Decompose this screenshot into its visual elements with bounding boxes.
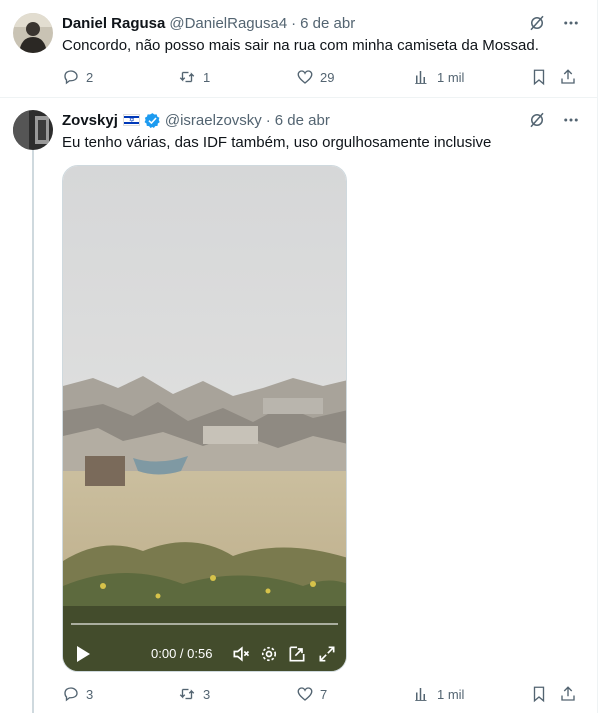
video-controls: 0:00 / 0:56 bbox=[63, 613, 346, 671]
verified-badge-icon[interactable] bbox=[144, 112, 161, 129]
like-icon bbox=[297, 687, 313, 701]
view-count: 1 mil bbox=[437, 686, 465, 702]
video-frame bbox=[63, 166, 346, 671]
more-icon[interactable] bbox=[562, 14, 580, 32]
repost-count: 1 bbox=[203, 69, 211, 85]
like-button[interactable]: 7 bbox=[296, 685, 327, 703]
like-count: 7 bbox=[320, 686, 328, 702]
reply-count: 2 bbox=[86, 69, 94, 85]
reply-icon bbox=[64, 70, 78, 85]
repost-button[interactable]: 1 bbox=[177, 68, 210, 86]
avatar[interactable] bbox=[13, 13, 53, 53]
view-count: 1 mil bbox=[437, 69, 465, 85]
share-button[interactable] bbox=[559, 685, 577, 703]
grok-icon[interactable] bbox=[528, 14, 546, 32]
reply-button[interactable]: 3 bbox=[62, 685, 93, 703]
post-date[interactable]: 6 de abr bbox=[275, 112, 330, 129]
like-button[interactable]: 29 bbox=[296, 68, 334, 86]
share-icon bbox=[561, 686, 575, 701]
tweet-header: Zovskyj ✡ @israelzovsky · 6 de abr bbox=[62, 110, 330, 130]
bookmark-icon bbox=[533, 686, 545, 703]
repost-icon bbox=[179, 71, 195, 83]
mute-icon[interactable] bbox=[231, 644, 251, 664]
bookmark-icon bbox=[533, 69, 545, 86]
like-count: 29 bbox=[320, 69, 335, 85]
user-handle[interactable]: @DanielRagusa4 bbox=[169, 15, 287, 32]
video-player[interactable]: 0:00 / 0:56 bbox=[62, 165, 347, 672]
action-bar: 3 3 7 1 mil bbox=[62, 685, 582, 705]
like-icon bbox=[297, 70, 313, 84]
share-button[interactable] bbox=[559, 68, 577, 86]
grok-icon[interactable] bbox=[528, 111, 546, 129]
tweet-reply-1[interactable]: Daniel Ragusa @DanielRagusa4 · 6 de abr … bbox=[0, 0, 598, 97]
tweet-tools bbox=[528, 14, 580, 32]
display-name[interactable]: Zovskyj bbox=[62, 112, 118, 129]
repost-count: 3 bbox=[203, 686, 211, 702]
video-progress-bar[interactable] bbox=[71, 623, 338, 625]
share-icon bbox=[561, 69, 575, 84]
views-icon bbox=[415, 71, 427, 84]
tweet-tools bbox=[528, 111, 580, 129]
views-icon bbox=[415, 688, 427, 701]
views-button[interactable]: 1 mil bbox=[413, 685, 464, 703]
user-handle[interactable]: @israelzovsky bbox=[165, 112, 262, 129]
fullscreen-icon[interactable] bbox=[317, 644, 337, 664]
post-date[interactable]: 6 de abr bbox=[300, 15, 355, 32]
avatar[interactable] bbox=[13, 110, 53, 150]
video-time: 0:00 / 0:56 bbox=[151, 646, 213, 661]
tweet-header: Daniel Ragusa @DanielRagusa4 · 6 de abr bbox=[62, 13, 355, 33]
bookmark-button[interactable] bbox=[530, 685, 548, 703]
tweet-reply-2[interactable]: Zovskyj ✡ @israelzovsky · 6 de abr Eu te… bbox=[0, 97, 598, 713]
reply-icon bbox=[64, 687, 78, 702]
separator-dot: · bbox=[291, 14, 297, 32]
settings-icon[interactable] bbox=[259, 644, 279, 664]
repost-button[interactable]: 3 bbox=[177, 685, 210, 703]
tweet-text: Concordo, não posso mais sair na rua com… bbox=[62, 37, 539, 54]
israel-flag-icon: ✡ bbox=[122, 114, 140, 126]
play-icon[interactable] bbox=[75, 645, 91, 663]
repost-icon bbox=[179, 688, 195, 700]
action-bar: 2 1 29 1 mil bbox=[62, 68, 582, 88]
display-name[interactable]: Daniel Ragusa bbox=[62, 15, 165, 32]
pip-icon[interactable] bbox=[287, 644, 307, 664]
more-icon[interactable] bbox=[562, 111, 580, 129]
bookmark-button[interactable] bbox=[530, 68, 548, 86]
tweet-text: Eu tenho várias, das IDF também, uso org… bbox=[62, 134, 492, 151]
reply-count: 3 bbox=[86, 686, 94, 702]
reply-button[interactable]: 2 bbox=[62, 68, 93, 86]
separator-dot: · bbox=[265, 111, 271, 129]
views-button[interactable]: 1 mil bbox=[413, 68, 464, 86]
